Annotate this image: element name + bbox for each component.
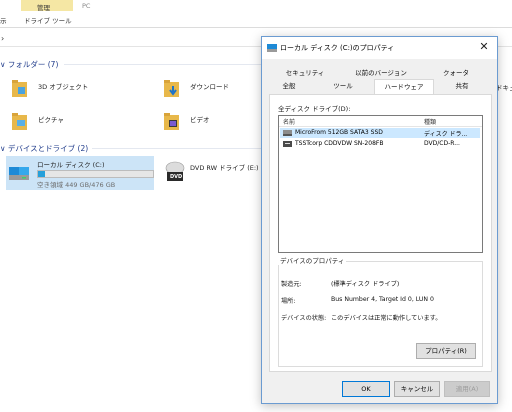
drive-list[interactable]: 名前 種類 MicroFrom 512GB SATA3 SSD ディスク ドラ.…	[278, 115, 483, 253]
pictures-folder-icon	[12, 113, 27, 130]
local-disk-icon	[9, 167, 29, 180]
tab-sharing[interactable]: 共有	[440, 80, 484, 92]
dvd-drive-name: DVD RW ドライブ (E:)	[190, 164, 259, 172]
manufacturer-label: 製造元:	[281, 281, 302, 288]
tab-previous-versions[interactable]: 以前のバージョン	[350, 67, 412, 79]
folders-header-line	[64, 64, 264, 65]
3d-objects-label: 3D オブジェクト	[38, 83, 89, 91]
device-properties-title: デバイスのプロパティ	[278, 255, 347, 265]
list-header: 名前 種類	[279, 116, 482, 127]
local-disk-free-space: 空き領域 449 GB/476 GB	[37, 181, 116, 189]
manufacturer-value: (標準ディスク ドライブ)	[331, 281, 400, 288]
downloads-folder-icon	[164, 80, 179, 97]
device-properties-button[interactable]: プロパティ(R)	[416, 343, 476, 359]
address-chevron[interactable]: ›	[1, 34, 4, 43]
ok-button[interactable]: OK	[342, 381, 390, 397]
tab-manage-label: 管理	[37, 4, 50, 12]
ssd-icon	[283, 130, 292, 136]
disk-title-icon	[267, 44, 277, 52]
dialog-titlebar[interactable]: ローカル ディスク (C:)のプロパティ ✕	[262, 37, 497, 59]
tab-view-cut[interactable]: 示	[0, 15, 7, 25]
list-row[interactable]: MicroFrom 512GB SATA3 SSD ディスク ドラ...	[280, 128, 480, 138]
drive-name: MicroFrom 512GB SATA3 SSD	[295, 129, 383, 136]
disk-properties-dialog: ローカル ディスク (C:)のプロパティ ✕ セキュリティ 以前のバージョン ク…	[261, 36, 498, 404]
tab-security[interactable]: セキュリティ	[282, 67, 328, 79]
tab-general[interactable]: 全般	[270, 80, 308, 92]
dvd-drive-icon	[165, 161, 185, 181]
local-disk-name: ローカル ディスク (C:)	[37, 161, 105, 169]
list-row[interactable]: TSSTcorp CDDVDW SN-208FB DVD/CD-R...	[280, 139, 480, 149]
column-name[interactable]: 名前	[283, 117, 295, 126]
cancel-button[interactable]: キャンセル	[394, 381, 440, 397]
documents-label-cut: ドキュ	[496, 84, 512, 92]
downloads-label: ダウンロード	[190, 83, 229, 91]
device-status-label: デバイスの状態:	[281, 315, 327, 322]
location-value: Bus Number 4, Target Id 0, LUN 0	[331, 296, 434, 303]
drive-type: ディスク ドラ...	[424, 131, 468, 138]
devices-header-line	[92, 148, 262, 149]
tab-tools[interactable]: ツール	[318, 80, 368, 92]
tab-hardware[interactable]: ハードウェア	[374, 79, 434, 95]
3d-objects-folder-icon	[12, 80, 27, 97]
drive-name: TSSTcorp CDDVDW SN-208FB	[295, 140, 384, 147]
dialog-title: ローカル ディスク (C:)のプロパティ	[280, 44, 395, 52]
local-disk-usage-fill	[38, 171, 45, 177]
hardware-panel: 全ディスク ドライブ(D): 名前 種類 MicroFrom 512GB SAT…	[269, 94, 492, 372]
all-drives-label: 全ディスク ドライブ(D):	[278, 105, 351, 113]
videos-folder-icon	[164, 113, 179, 130]
pictures-label: ピクチャ	[38, 116, 64, 124]
location-label: 場所:	[281, 298, 296, 305]
tab-pc[interactable]: PC	[82, 2, 90, 10]
tab-drive-tools[interactable]: ドライブ ツール	[24, 15, 72, 25]
apply-button[interactable]: 適用(A)	[444, 381, 490, 397]
ribbon-divider	[0, 27, 512, 28]
ribbon: 管理 PC 示 ドライブ ツール	[0, 0, 512, 25]
drive-type: DVD/CD-R...	[424, 140, 460, 147]
device-status-value: このデバイスは正常に動作しています。	[331, 315, 442, 322]
local-disk-usage-bar	[37, 170, 154, 178]
devices-group-header[interactable]: ∨ デバイスとドライブ (2)	[0, 143, 88, 154]
dvd-badge: DVD	[170, 174, 183, 180]
column-type[interactable]: 種類	[424, 117, 436, 126]
close-icon[interactable]: ✕	[477, 40, 491, 54]
folders-group-header[interactable]: ∨ フォルダー (7)	[0, 59, 58, 70]
tab-quota[interactable]: クォータ	[434, 67, 478, 79]
videos-label: ビデオ	[190, 116, 210, 124]
dvd-icon	[283, 141, 292, 147]
